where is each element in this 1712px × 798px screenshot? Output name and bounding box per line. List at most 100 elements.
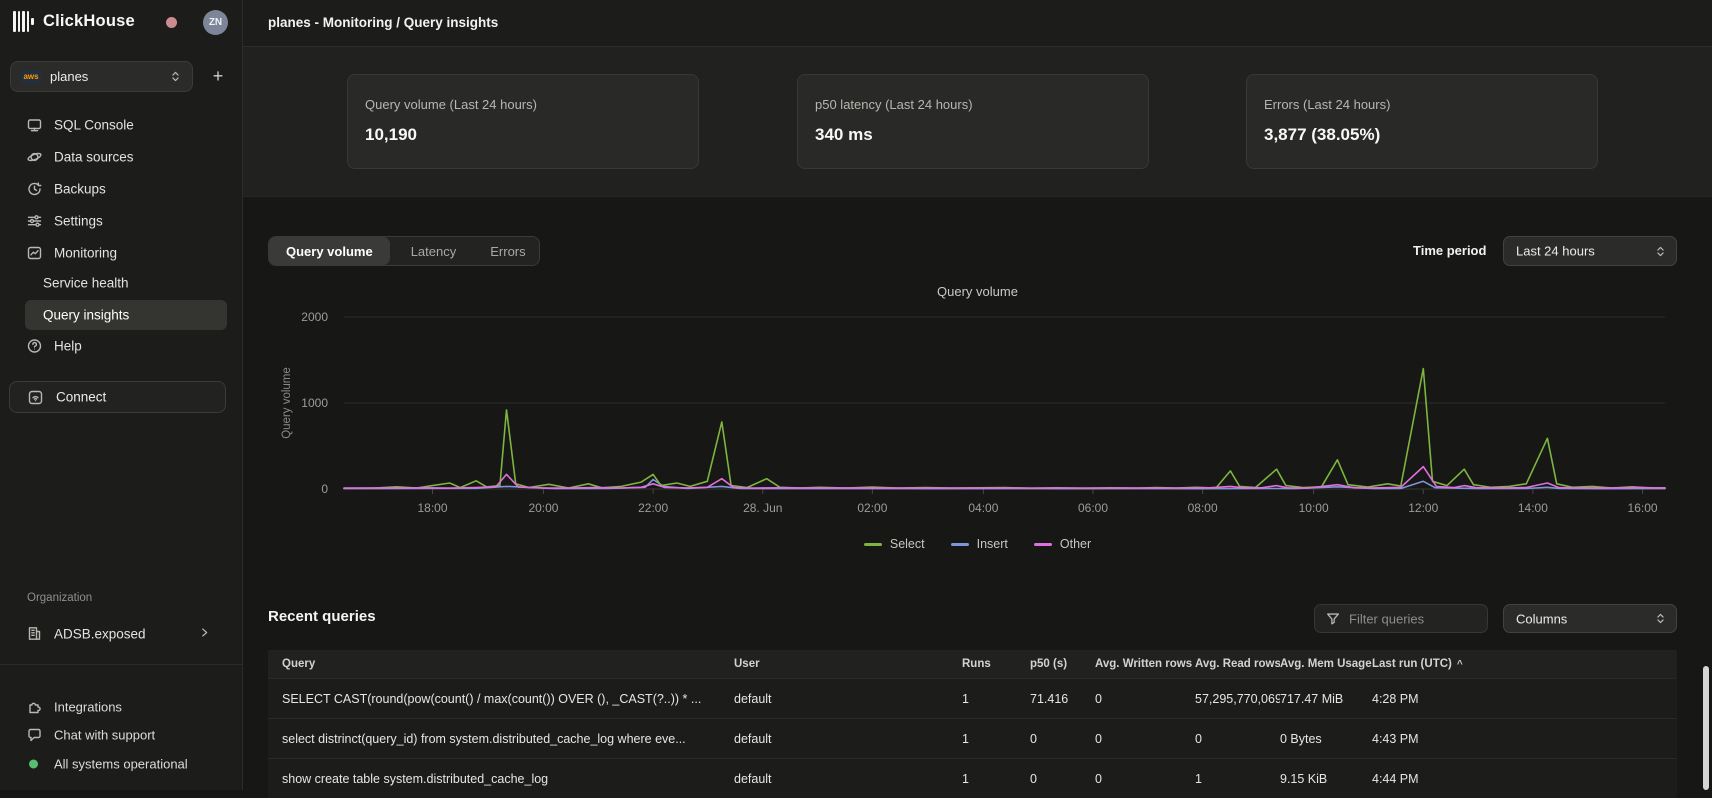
y-tick-label: 0 [321,482,328,496]
funnel-icon [1326,612,1340,626]
filter-placeholder: Filter queries [1349,611,1424,626]
table-row[interactable]: SELECT CAST(round(pow(count() / max(coun… [268,678,1677,718]
sidebar-item-help[interactable]: Help [0,330,243,361]
organization-name: ADSB.exposed [54,626,146,641]
vertical-scrollbar[interactable] [1703,666,1709,790]
backups-icon [27,181,42,196]
help-icon [27,338,42,353]
query-volume-chart: Query volume 01000200018:0020:0022:0028.… [243,276,1712,566]
puzzle-icon [27,699,42,714]
sidebar-item-query-insights[interactable]: Query insights [25,300,227,330]
connect-icon [28,390,43,405]
table-row[interactable]: show create table system.distributed_cac… [268,758,1677,798]
monitoring-icon [27,245,42,260]
recent-queries-table: QueryUserRunsp50 (s)Avg. Written rowsAvg… [268,650,1677,798]
time-period-label: Time period [1413,236,1486,266]
chevron-right-icon [198,626,211,639]
column-header[interactable]: Last run (UTC)^ [1372,658,1677,670]
legend-swatch-icon [951,543,969,546]
tab-errors[interactable]: Errors [477,237,538,265]
table-cell: 1 [962,732,1030,746]
column-header[interactable]: Query [268,658,734,670]
x-tick-label: 12:00 [1408,501,1438,515]
sidebar-item-monitoring[interactable]: Monitoring [0,237,243,268]
sidebar-item-label: Settings [54,213,103,228]
sidebar-item-system-status[interactable]: All systems operational [0,749,243,778]
sidebar-item-integrations[interactable]: Integrations [0,692,243,721]
service-name: planes [50,69,169,84]
table-cell: select distrinct(query_id) from system.d… [268,732,734,746]
time-period-value: Last 24 hours [1516,244,1595,259]
columns-select-value: Columns [1516,611,1567,626]
add-service-button[interactable]: + [205,63,231,89]
column-header[interactable]: Avg. Mem Usage [1280,658,1372,670]
sidebar-subitem-label: Service health [43,276,129,291]
table-cell: 4:44 PM [1372,772,1677,786]
tab-query-volume[interactable]: Query volume [269,237,390,265]
column-header[interactable]: User [734,658,962,670]
building-icon [27,626,42,641]
table-cell: default [734,732,962,746]
chart-title: Query volume [243,284,1712,299]
section-title-recent-queries: Recent queries [268,608,376,625]
column-header[interactable]: Avg. Written rows [1095,658,1195,670]
legend-item-other[interactable]: Other [1034,537,1091,551]
table-cell: 0 Bytes [1280,732,1372,746]
x-tick-label: 08:00 [1188,501,1218,515]
table-cell: 71.416 [1030,692,1095,706]
table-cell: SELECT CAST(round(pow(count() / max(coun… [268,692,734,706]
table-cell: 0 [1030,732,1095,746]
table-cell: 4:43 PM [1372,732,1677,746]
table-cell: show create table system.distributed_cac… [268,772,734,786]
connect-button[interactable]: Connect [9,381,226,413]
table-row[interactable]: select distrinct(query_id) from system.d… [268,718,1677,758]
stat-label: Query volume (Last 24 hours) [365,97,537,112]
table-cell: 9.15 KiB [1280,772,1372,786]
avatar[interactable]: ZN [203,10,228,35]
aws-provider-icon: aws [21,70,41,84]
legend-item-insert[interactable]: Insert [951,537,1008,551]
legend-item-select[interactable]: Select [864,537,925,551]
chevron-up-down-icon [1654,612,1667,625]
sidebar-item-data-sources[interactable]: Data sources [0,141,243,172]
stat-label: Errors (Last 24 hours) [1264,97,1390,112]
column-header[interactable]: Runs [962,658,1030,670]
status-dot-icon [29,759,38,768]
sidebar-item-sql-console[interactable]: SQL Console [0,109,243,140]
x-tick-label: 22:00 [638,501,668,515]
legend-label: Select [890,537,925,551]
service-selector[interactable]: aws planes [10,61,193,92]
table-cell: 0 [1095,732,1195,746]
table-cell: 0 [1030,772,1095,786]
clickhouse-logo-icon [13,11,37,32]
sql-console-icon [27,117,42,132]
filter-queries-input[interactable]: Filter queries [1314,604,1488,633]
table-header-row: QueryUserRunsp50 (s)Avg. Written rowsAvg… [268,650,1677,678]
organization-item[interactable]: ADSB.exposed [0,618,243,649]
columns-select[interactable]: Columns [1503,604,1677,633]
sidebar-item-label: Backups [54,181,106,196]
breadcrumb: planes - Monitoring / Query insights [268,15,498,30]
tab-latency[interactable]: Latency [390,237,478,265]
series-line-select [344,369,1665,489]
legend-label: Insert [977,537,1008,551]
chevron-up-down-icon [169,70,182,83]
table-cell: 4:28 PM [1372,692,1677,706]
sidebar-item-service-health[interactable]: Service health [25,268,227,298]
x-tick-label: 28. Jun [743,501,782,515]
footer-item-label: All systems operational [54,756,188,771]
sidebar-item-label: Monitoring [54,245,117,260]
sidebar-item-chat-support[interactable]: Chat with support [0,720,243,749]
time-period-select[interactable]: Last 24 hours [1503,236,1677,266]
x-tick-label: 06:00 [1078,501,1108,515]
sidebar-subitem-label: Query insights [43,308,129,323]
chart-plot-area[interactable]: 01000200018:0020:0022:0028. Jun02:0004:0… [243,300,1712,528]
notification-dot-icon[interactable] [166,17,177,28]
column-header[interactable]: Avg. Read rows [1195,658,1280,670]
sidebar-item-backups[interactable]: Backups [0,173,243,204]
column-header[interactable]: p50 (s) [1030,658,1095,670]
x-tick-label: 14:00 [1518,501,1548,515]
stat-value: 3,877 (38.05%) [1264,125,1380,145]
table-cell: 57,295,770,069 [1195,692,1280,706]
sidebar-item-settings[interactable]: Settings [0,205,243,236]
